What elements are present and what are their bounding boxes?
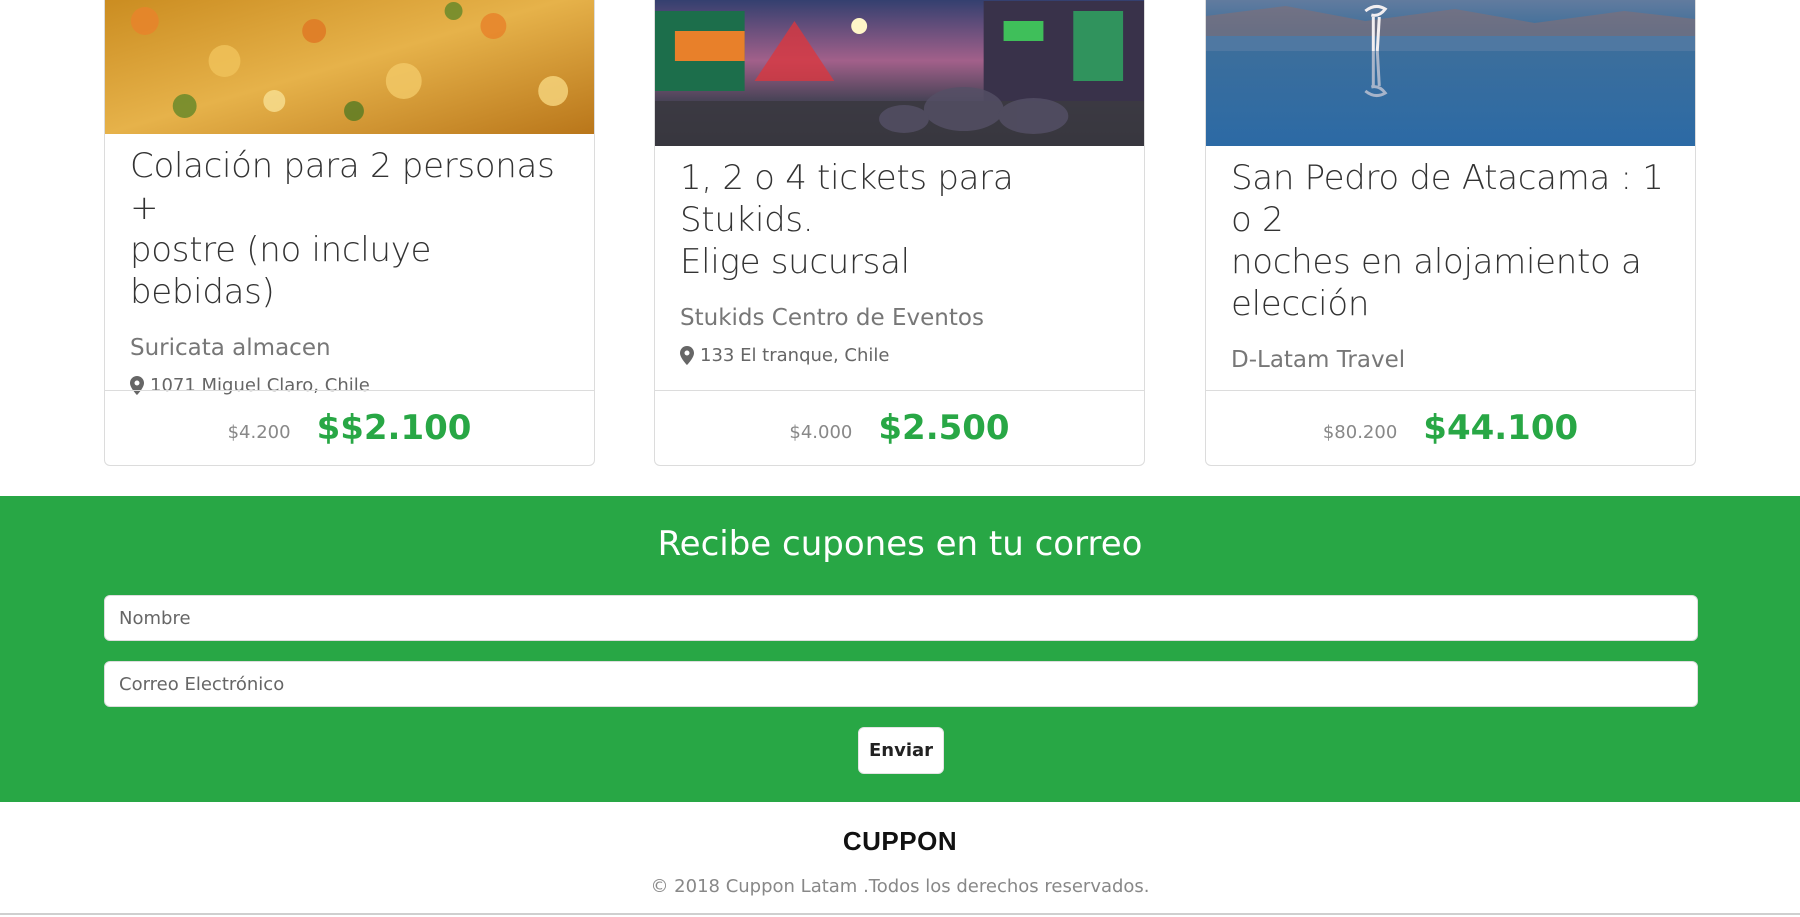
deal-card[interactable]: Colación para 2 personas + postre (no in… — [104, 0, 595, 466]
deal-price-bar: $4.000 $2.500 — [655, 390, 1144, 465]
site-footer: CUPPON © 2018 Cuppon Latam .Todos los de… — [0, 802, 1800, 917]
deal-title[interactable]: Colación para 2 personas + postre (no in… — [130, 145, 576, 313]
deal-title-line: postre (no incluye bebidas) — [130, 230, 432, 312]
deal-old-price: $4.000 — [789, 421, 853, 443]
deal-title-line: Elige sucursal — [680, 242, 910, 282]
deal-new-price: $44.100 — [1423, 408, 1579, 448]
deal-merchant: Suricata almacen — [130, 335, 331, 361]
footer-brand: CUPPON — [842, 826, 958, 856]
amusement-fair-image[interactable] — [655, 0, 1144, 146]
deal-price-bar: $4.200 $$2.100 — [105, 390, 594, 465]
deal-title-line: Colación para 2 personas + — [130, 146, 555, 228]
newsletter-section: Recibe cupones en tu correo Enviar — [0, 496, 1800, 802]
deal-address: 133 El tranque, Chile — [680, 345, 1126, 366]
flamingo-lake-image[interactable] — [1206, 0, 1695, 146]
footer-divider — [0, 913, 1800, 915]
deal-new-price: $$2.100 — [316, 408, 472, 448]
deal-body: 1, 2 o 4 tickets para Stukids. Elige suc… — [680, 157, 1126, 366]
deal-card[interactable]: San Pedro de Atacama : 1 o 2 noches en a… — [1205, 0, 1696, 466]
deal-old-price: $4.200 — [227, 421, 291, 443]
submit-button[interactable]: Enviar — [858, 727, 944, 774]
name-input[interactable] — [104, 595, 1698, 641]
deal-body: Colación para 2 personas + postre (no in… — [130, 145, 576, 396]
food-dish-image[interactable] — [105, 0, 594, 134]
deal-title[interactable]: San Pedro de Atacama : 1 o 2 noches en a… — [1231, 157, 1677, 325]
deal-card[interactable]: 1, 2 o 4 tickets para Stukids. Elige suc… — [654, 0, 1145, 466]
deal-title-line: noches en alojamiento a — [1231, 242, 1642, 282]
deal-address-text: 133 El tranque, Chile — [700, 345, 890, 366]
deal-merchant: D-Latam Travel — [1231, 347, 1406, 373]
deal-title-line: elección — [1231, 284, 1370, 324]
footer-copyright: © 2018 Cuppon Latam .Todos los derechos … — [650, 876, 1150, 897]
newsletter-heading: Recibe cupones en tu correo — [657, 524, 1143, 564]
deal-body: San Pedro de Atacama : 1 o 2 noches en a… — [1231, 157, 1677, 373]
map-marker-icon — [680, 346, 694, 365]
deal-title[interactable]: 1, 2 o 4 tickets para Stukids. Elige suc… — [680, 157, 1126, 283]
deal-old-price: $80.200 — [1322, 421, 1398, 443]
deal-title-line: 1, 2 o 4 tickets para Stukids. — [680, 158, 1014, 240]
deal-title-line: San Pedro de Atacama : 1 o 2 — [1231, 158, 1664, 240]
deal-merchant: Stukids Centro de Eventos — [680, 305, 984, 331]
email-input[interactable] — [104, 661, 1698, 707]
deal-new-price: $2.500 — [878, 408, 1010, 448]
deals-grid: Colación para 2 personas + postre (no in… — [0, 0, 1800, 496]
deal-price-bar: $80.200 $44.100 — [1206, 390, 1695, 465]
